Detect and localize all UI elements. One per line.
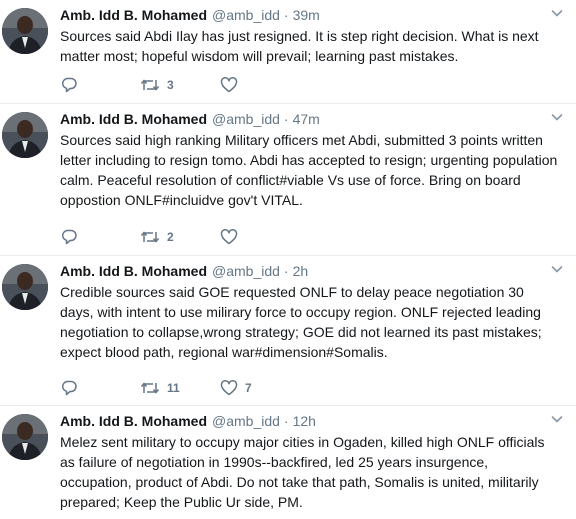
like-button[interactable] [220,75,300,95]
tweet-header: Amb. Idd B. Mohamed @amb_idd · 2h [60,260,562,282]
tweet[interactable]: Amb. Idd B. Mohamed @amb_idd · 47m Sourc… [0,104,576,256]
tweet[interactable]: Amb. Idd B. Mohamed @amb_idd · 12h Melez… [0,406,576,519]
tweet-actions: 11 7 [60,378,300,398]
tweet-header: Amb. Idd B. Mohamed @amb_idd · 39m [60,4,562,26]
avatar[interactable] [2,264,48,310]
separator-dot: · [283,111,289,127]
chevron-down-icon[interactable] [550,6,564,20]
like-button[interactable] [220,227,300,247]
chevron-down-icon[interactable] [550,412,564,426]
retweet-count: 3 [167,78,174,92]
reply-button[interactable] [60,378,140,398]
tweet-text: Credible sources said GOE requested ONLF… [60,284,542,360]
author-name[interactable]: Amb. Idd B. Mohamed [60,260,207,282]
tweet-actions: 3 [60,75,300,95]
like-button[interactable]: 7 [220,378,300,398]
reply-button[interactable] [60,75,140,95]
separator-dot: · [283,413,289,429]
retweet-icon [140,231,160,243]
like-count: 7 [245,381,252,395]
retweet-button[interactable]: 2 [140,227,220,247]
retweet-count: 2 [167,230,174,244]
retweet-icon [140,382,160,394]
heart-icon [220,229,238,245]
avatar[interactable] [2,414,48,460]
tweet-timestamp[interactable]: 2h [293,260,309,282]
reply-icon [61,77,77,93]
tweet-timestamp[interactable]: 39m [293,4,320,26]
author-handle[interactable]: @amb_idd [212,410,280,432]
retweet-icon [140,79,160,91]
reply-icon [61,229,77,245]
author-handle[interactable]: @amb_idd [212,260,280,282]
reply-button[interactable] [60,227,140,247]
reply-icon [61,380,77,396]
retweet-button[interactable]: 3 [140,75,220,95]
retweet-count: 11 [167,381,180,395]
author-handle[interactable]: @amb_idd [212,4,280,26]
author-name[interactable]: Amb. Idd B. Mohamed [60,4,207,26]
avatar[interactable] [2,8,48,54]
tweet-header: Amb. Idd B. Mohamed @amb_idd · 47m [60,108,562,130]
retweet-button[interactable]: 11 [140,378,220,398]
tweet-header: Amb. Idd B. Mohamed @amb_idd · 12h [60,410,562,432]
chevron-down-icon[interactable] [550,110,564,124]
tweet[interactable]: Amb. Idd B. Mohamed @amb_idd · 39m Sourc… [0,0,576,104]
tweet-timestamp[interactable]: 12h [293,410,316,432]
separator-dot: · [283,7,289,23]
separator-dot: · [283,263,289,279]
tweet-text: Melez sent military to occupy major citi… [60,434,545,510]
author-handle[interactable]: @amb_idd [212,108,280,130]
author-name[interactable]: Amb. Idd B. Mohamed [60,410,207,432]
tweet[interactable]: Amb. Idd B. Mohamed @amb_idd · 2h Credib… [0,256,576,406]
avatar[interactable] [2,112,48,158]
chevron-down-icon[interactable] [550,262,564,276]
heart-icon [220,380,238,396]
tweet-text: Sources said high ranking Military offic… [60,132,558,208]
heart-icon [220,77,238,93]
tweet-feed: Amb. Idd B. Mohamed @amb_idd · 39m Sourc… [0,0,576,519]
author-name[interactable]: Amb. Idd B. Mohamed [60,108,207,130]
tweet-timestamp[interactable]: 47m [293,108,320,130]
tweet-text: Sources said Abdi Ilay has just resigned… [60,28,539,64]
tweet-actions: 2 [60,227,300,247]
